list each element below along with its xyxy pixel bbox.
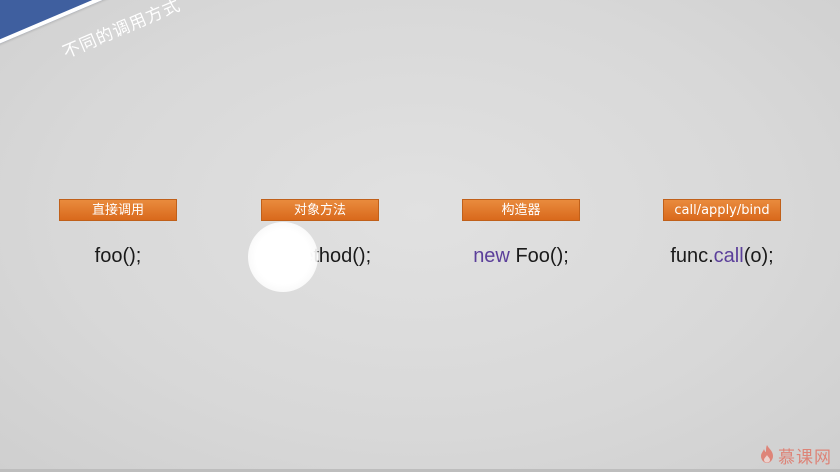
code-text-suffix: (o); (743, 245, 774, 267)
tag-constructor: 构造器 (462, 199, 580, 221)
tag-direct-call: 直接调用 (59, 199, 177, 221)
code-keyword: call (713, 245, 744, 267)
column-call-apply-bind: call/apply/bind func.call(o); (637, 199, 807, 268)
code-text-prefix: func. (670, 245, 714, 267)
tag-call-apply-bind: call/apply/bind (663, 199, 781, 221)
code-direct-call: foo(); (33, 245, 203, 268)
banner-stripe (0, 0, 416, 86)
code-constructor: new Foo(); (436, 245, 606, 268)
column-constructor: 构造器 new Foo(); (436, 199, 606, 268)
code-text: Foo(); (509, 245, 569, 267)
slide: 不同的调用方式 直接调用 foo(); 对象方法 o.method(); 构造器… (0, 0, 840, 472)
slide-title: 不同的调用方式 (59, 0, 184, 64)
flame-icon (759, 444, 775, 468)
code-call-apply-bind: func.call(o); (637, 245, 807, 268)
code-keyword: new (473, 245, 510, 267)
tag-object-method: 对象方法 (261, 199, 379, 221)
code-text: foo(); (94, 245, 142, 267)
cursor-highlight (248, 222, 318, 292)
watermark-logo: 慕课网 (759, 443, 832, 468)
watermark-text: 慕课网 (778, 448, 832, 468)
column-direct-call: 直接调用 foo(); (33, 199, 203, 268)
